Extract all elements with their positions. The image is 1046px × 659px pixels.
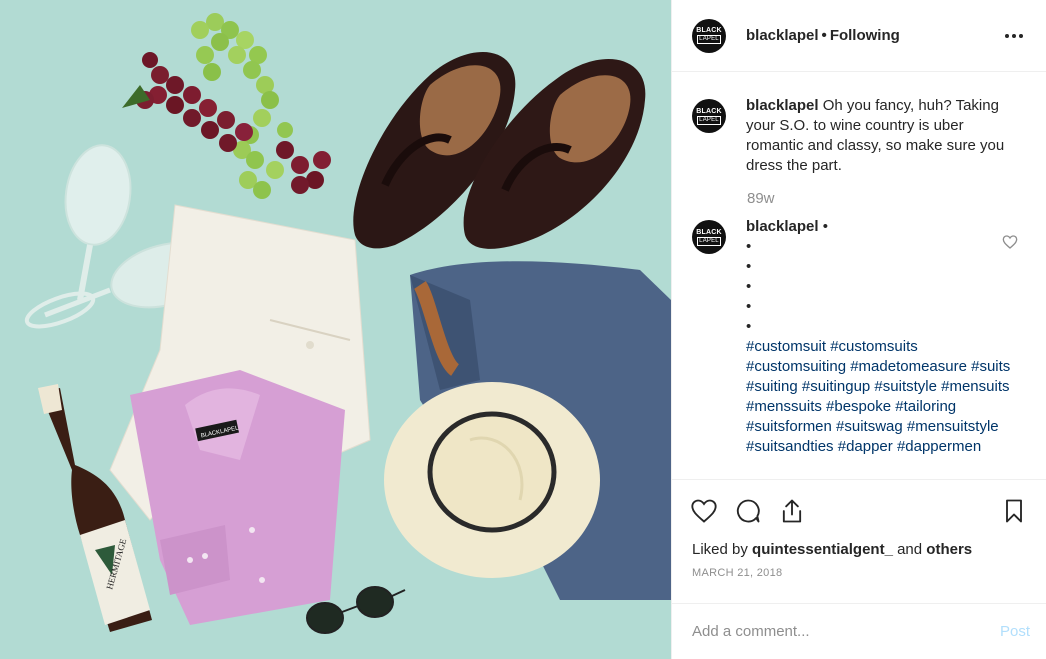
add-comment-bar: Post <box>672 603 1046 659</box>
like-button[interactable] <box>688 495 720 527</box>
hashtags[interactable]: #customsuit #customsuits #customsuiting … <box>746 337 1011 457</box>
post-panel: BLACK LAPEL blacklapel • Following BLACK L… <box>671 0 1046 659</box>
post-date[interactable]: MARCH 21, 2018 <box>672 563 1046 593</box>
caption-time[interactable]: 89w <box>747 190 1026 207</box>
bullet: • <box>746 318 752 335</box>
username-link[interactable]: blacklapel <box>746 27 819 44</box>
save-button[interactable] <box>998 495 1030 527</box>
comment-icon <box>736 499 760 522</box>
bullet: • <box>746 278 752 295</box>
share-icon <box>782 499 802 522</box>
heart-icon <box>691 499 717 523</box>
panama-hat <box>384 382 600 578</box>
flatlay-illustration: BLACKLAPEL HERMITAGE <box>24 13 671 634</box>
comment-body: blacklapel • • • • • • #customsuit #cust… <box>746 218 1011 457</box>
more-options-icon[interactable] <box>1002 24 1026 48</box>
bookmark-icon <box>1006 499 1022 522</box>
loafers <box>353 52 646 249</box>
post-comment-button[interactable]: Post <box>1000 623 1030 640</box>
comment-button[interactable] <box>732 495 764 527</box>
avatar[interactable]: BLACK LAPEL <box>692 99 726 133</box>
caption-body: blacklapel Oh you fancy, huh? Taking you… <box>746 96 1011 176</box>
comments-section[interactable]: BLACK LAPEL blacklapel Oh you fancy, huh… <box>672 72 1046 479</box>
caption-username-link[interactable]: blacklapel <box>746 97 819 114</box>
comment: BLACK LAPEL blacklapel • • • • • • #cust… <box>692 217 1026 457</box>
action-bar <box>672 479 1046 541</box>
share-button[interactable] <box>776 495 808 527</box>
pink-shirt: BLACKLAPEL <box>130 370 345 625</box>
bullet-list: • • • • • <box>746 237 1011 337</box>
caption: BLACK LAPEL blacklapel Oh you fancy, huh… <box>692 96 1026 176</box>
avatar[interactable]: BLACK LAPEL <box>692 18 726 53</box>
red-grapes <box>136 52 331 194</box>
others-link[interactable]: others <box>926 541 972 558</box>
bullet: • <box>746 298 752 315</box>
instagram-post: BLACKLAPEL HERMITAGE BLACK LAPEL blackla… <box>0 0 1046 659</box>
follow-status-button[interactable]: Following <box>830 27 900 44</box>
likes-summary: Liked by quintessentialgent_ and others <box>692 541 973 558</box>
header-user: blacklapel • Following <box>746 27 900 44</box>
bullet: • <box>746 238 752 255</box>
comment-input[interactable] <box>692 623 1000 640</box>
bullet: • <box>746 258 752 275</box>
post-header: BLACK LAPEL blacklapel • Following <box>672 0 1046 72</box>
liker-username-link[interactable]: quintessentialgent_ <box>752 541 893 558</box>
avatar[interactable]: BLACK LAPEL <box>692 220 726 254</box>
comment-username-link[interactable]: blacklapel <box>746 218 819 235</box>
post-photo[interactable]: BLACKLAPEL HERMITAGE <box>0 0 671 659</box>
like-comment-icon[interactable] <box>1002 234 1018 250</box>
